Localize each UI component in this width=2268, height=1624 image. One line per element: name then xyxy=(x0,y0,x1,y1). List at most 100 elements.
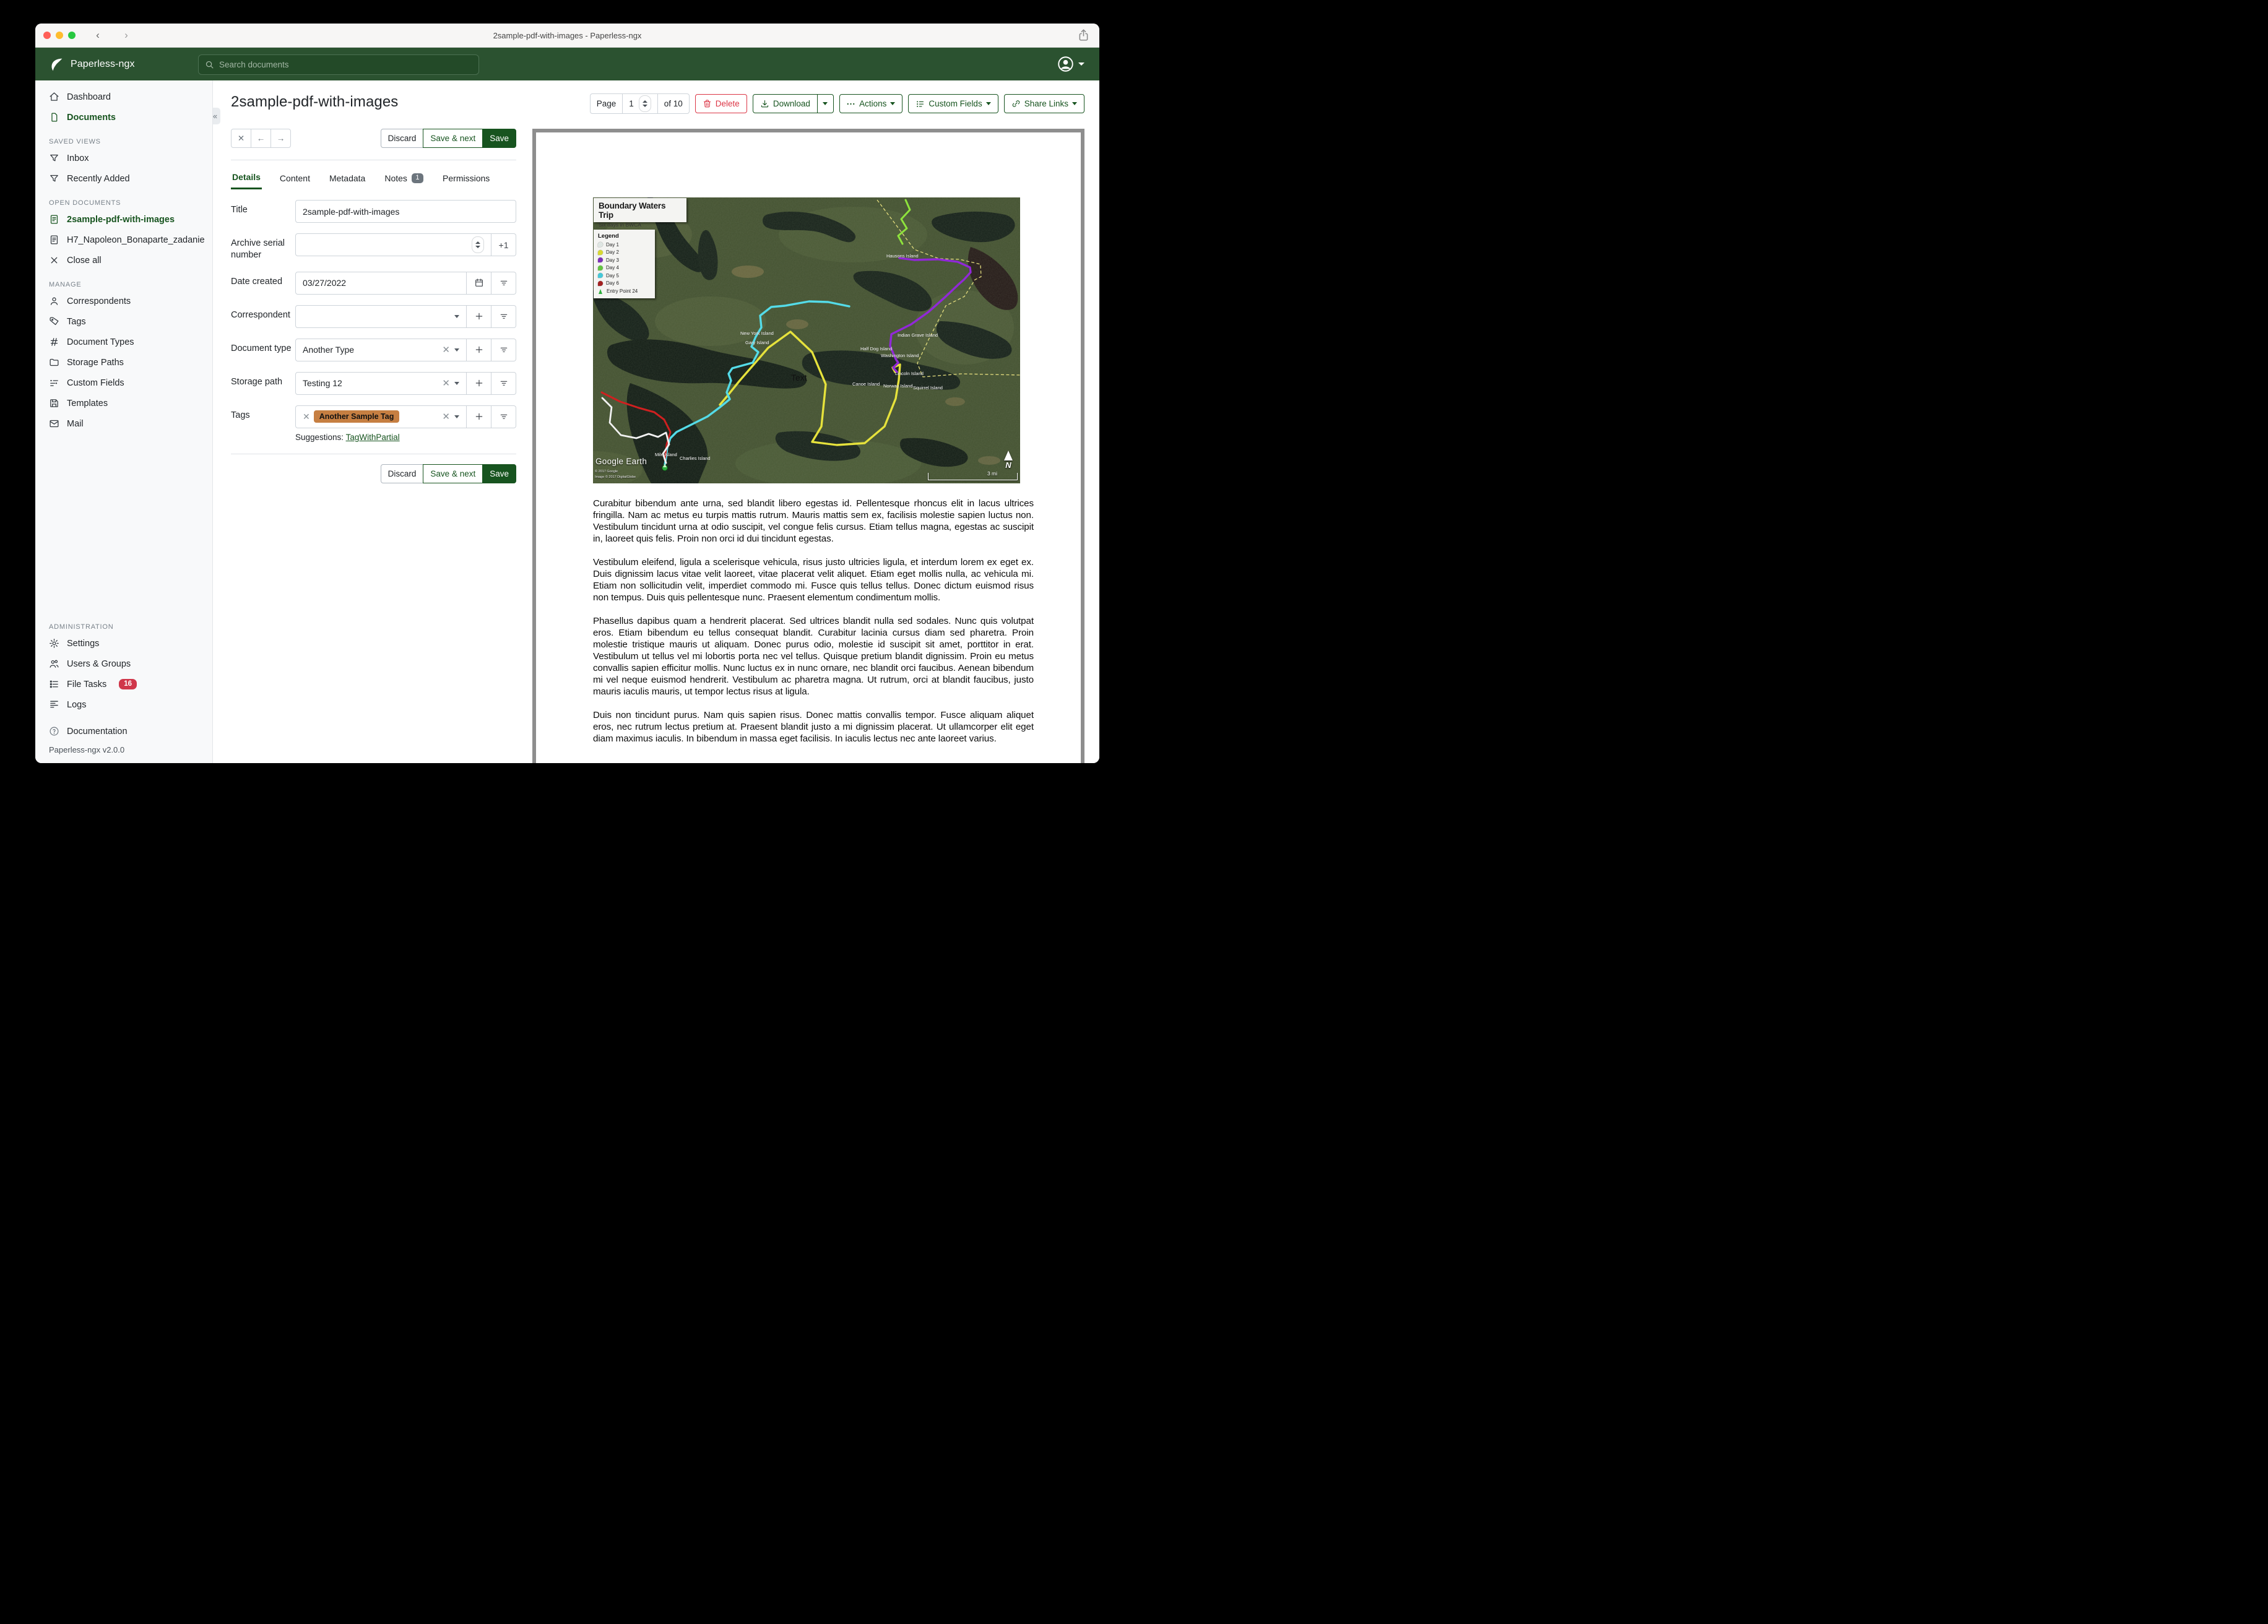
tab-notes[interactable]: Notes 1 xyxy=(383,167,425,189)
tags-select[interactable]: ✕ Another Sample Tag ✕ xyxy=(295,405,467,428)
map-text-annotation: Text xyxy=(791,373,807,382)
download-button[interactable]: Download xyxy=(752,94,818,113)
field-label: Tags xyxy=(231,410,250,420)
correspondent-select[interactable] xyxy=(295,304,467,328)
sidebar-item-label: Templates xyxy=(67,398,108,408)
sidebar-item-file-tasks[interactable]: File Tasks 16 xyxy=(35,674,212,694)
sidebar-item-dashboard[interactable]: Dashboard xyxy=(35,87,212,107)
clear-icon[interactable]: ✕ xyxy=(438,344,454,355)
filter-by-date-button[interactable] xyxy=(491,271,516,295)
map-title-box: Boundary Waters Trip Six days in BWCA xyxy=(594,198,686,228)
calendar-button[interactable] xyxy=(467,271,491,295)
add-document-type-button[interactable] xyxy=(467,338,491,361)
page-number-stepper[interactable] xyxy=(638,95,651,112)
legend-label: Day 6 xyxy=(606,280,619,286)
sidebar-item-label: Recently Added xyxy=(67,173,130,184)
save-and-next-button[interactable]: Save & next xyxy=(423,129,483,148)
map-label: Charlies Island xyxy=(680,456,711,461)
asn-stepper[interactable] xyxy=(472,236,484,253)
map-title: Boundary Waters Trip xyxy=(599,201,666,220)
date-created-input[interactable]: 03/27/2022 xyxy=(295,271,467,295)
tab-permissions[interactable]: Permissions xyxy=(441,167,491,189)
sidebar-item-inbox[interactable]: Inbox xyxy=(35,148,212,168)
tag-chip[interactable]: Another Sample Tag xyxy=(313,410,400,423)
close-window-button[interactable] xyxy=(43,32,51,39)
field-correspondent: Correspondent xyxy=(231,304,516,328)
title-input[interactable]: 2sample-pdf-with-images xyxy=(295,200,516,223)
field-label: Storage path xyxy=(231,376,283,387)
browser-forward-icon[interactable]: › xyxy=(120,29,132,41)
sidebar-item-mail[interactable]: Mail xyxy=(35,413,212,434)
app-brand[interactable]: Paperless-ngx xyxy=(35,57,212,72)
sidebar-item-templates[interactable]: Templates xyxy=(35,393,212,413)
user-menu[interactable] xyxy=(1057,56,1084,72)
suggestion-link[interactable]: TagWithPartial xyxy=(346,433,400,442)
tab-metadata[interactable]: Metadata xyxy=(328,167,366,189)
tag-icon xyxy=(49,316,59,327)
filter-by-tag-button[interactable] xyxy=(491,405,516,428)
add-storage-path-button[interactable] xyxy=(467,371,491,395)
close-document-button[interactable]: ✕ xyxy=(231,129,251,148)
sidebar-item-users-groups[interactable]: Users & Groups xyxy=(35,654,212,674)
sidebar: Dashboard Documents SAVED VIEWS Inbox Re… xyxy=(35,80,213,763)
remove-tag-icon[interactable]: ✕ xyxy=(303,412,310,422)
discard-button[interactable]: Discard xyxy=(380,464,424,483)
file-tasks-badge: 16 xyxy=(119,679,137,689)
minimize-window-button[interactable] xyxy=(56,32,63,39)
sidebar-item-logs[interactable]: Logs xyxy=(35,694,212,715)
custom-fields-button[interactable]: Custom Fields xyxy=(908,94,998,113)
add-tag-button[interactable] xyxy=(467,405,491,428)
tab-details[interactable]: Details xyxy=(231,167,262,189)
asn-input[interactable] xyxy=(295,233,491,256)
sidebar-item-document-types[interactable]: Document Types xyxy=(35,332,212,352)
share-icon[interactable] xyxy=(1077,28,1090,42)
field-date-created: Date created 03/27/2022 xyxy=(231,271,516,295)
sidebar-item-custom-fields[interactable]: Custom Fields xyxy=(35,373,212,393)
sidebar-item-settings[interactable]: Settings xyxy=(35,633,212,654)
sidebar-item-close-all[interactable]: Close all xyxy=(35,250,212,270)
clear-icon[interactable]: ✕ xyxy=(438,411,454,422)
filter-lines-icon xyxy=(499,378,509,388)
filter-by-storage-path-button[interactable] xyxy=(491,371,516,395)
filter-by-correspondent-button[interactable] xyxy=(491,304,516,328)
window-title: 2sample-pdf-with-images - Paperless-ngx xyxy=(493,30,642,40)
sidebar-open-doc-2[interactable]: H7_Napoleon_Bonaparte_zadanie xyxy=(35,230,212,250)
add-correspondent-button[interactable] xyxy=(467,304,491,328)
chevron-down-icon xyxy=(890,102,896,105)
chevron-down-icon xyxy=(454,381,459,385)
sidebar-item-documentation[interactable]: Documentation xyxy=(35,721,212,741)
field-label: Date created xyxy=(231,276,283,287)
page-number-input[interactable]: 1 xyxy=(622,93,658,114)
zoom-window-button[interactable] xyxy=(68,32,76,39)
pdf-page: Hausons Island New York Island Gary Isla… xyxy=(536,132,1081,745)
next-document-button[interactable]: → xyxy=(271,129,291,148)
actions-button[interactable]: ... Actions xyxy=(839,94,903,113)
browser-back-icon[interactable]: ‹ xyxy=(92,29,104,41)
discard-button[interactable]: Discard xyxy=(380,129,424,148)
previous-document-button[interactable]: ← xyxy=(251,129,271,148)
share-links-button[interactable]: Share Links xyxy=(1003,94,1084,113)
filter-by-document-type-button[interactable] xyxy=(491,338,516,361)
save-button[interactable]: Save xyxy=(482,129,516,148)
sidebar-item-storage-paths[interactable]: Storage Paths xyxy=(35,352,212,373)
global-search[interactable]: Search documents xyxy=(198,54,479,75)
clear-icon[interactable]: ✕ xyxy=(438,378,454,389)
map-label: Squirrel Island xyxy=(913,385,943,391)
tab-content[interactable]: Content xyxy=(279,167,311,189)
sidebar-item-recently-added[interactable]: Recently Added xyxy=(35,168,212,189)
sidebar-item-tags[interactable]: Tags xyxy=(35,311,212,332)
document-type-select[interactable]: Another Type ✕ xyxy=(295,338,467,361)
sidebar-collapse-button[interactable]: « xyxy=(213,108,220,124)
storage-path-select[interactable]: Testing 12 ✕ xyxy=(295,371,467,395)
sidebar-open-doc-current[interactable]: 2sample-pdf-with-images xyxy=(35,209,212,230)
save-and-next-button[interactable]: Save & next xyxy=(423,464,483,483)
download-options-button[interactable] xyxy=(816,94,834,113)
delete-button[interactable]: Delete xyxy=(695,94,747,113)
pdf-preview-pane[interactable]: Hausons Island New York Island Gary Isla… xyxy=(532,129,1084,763)
sidebar-item-documents[interactable]: Documents xyxy=(35,107,212,127)
asn-increment-button[interactable]: +1 xyxy=(491,233,516,256)
sidebar-item-correspondents[interactable]: Correspondents xyxy=(35,291,212,311)
save-button[interactable]: Save xyxy=(482,464,516,483)
search-placeholder: Search documents xyxy=(219,60,289,69)
document-text: Curabitur bibendum ante urna, sed blandi… xyxy=(593,498,1034,745)
